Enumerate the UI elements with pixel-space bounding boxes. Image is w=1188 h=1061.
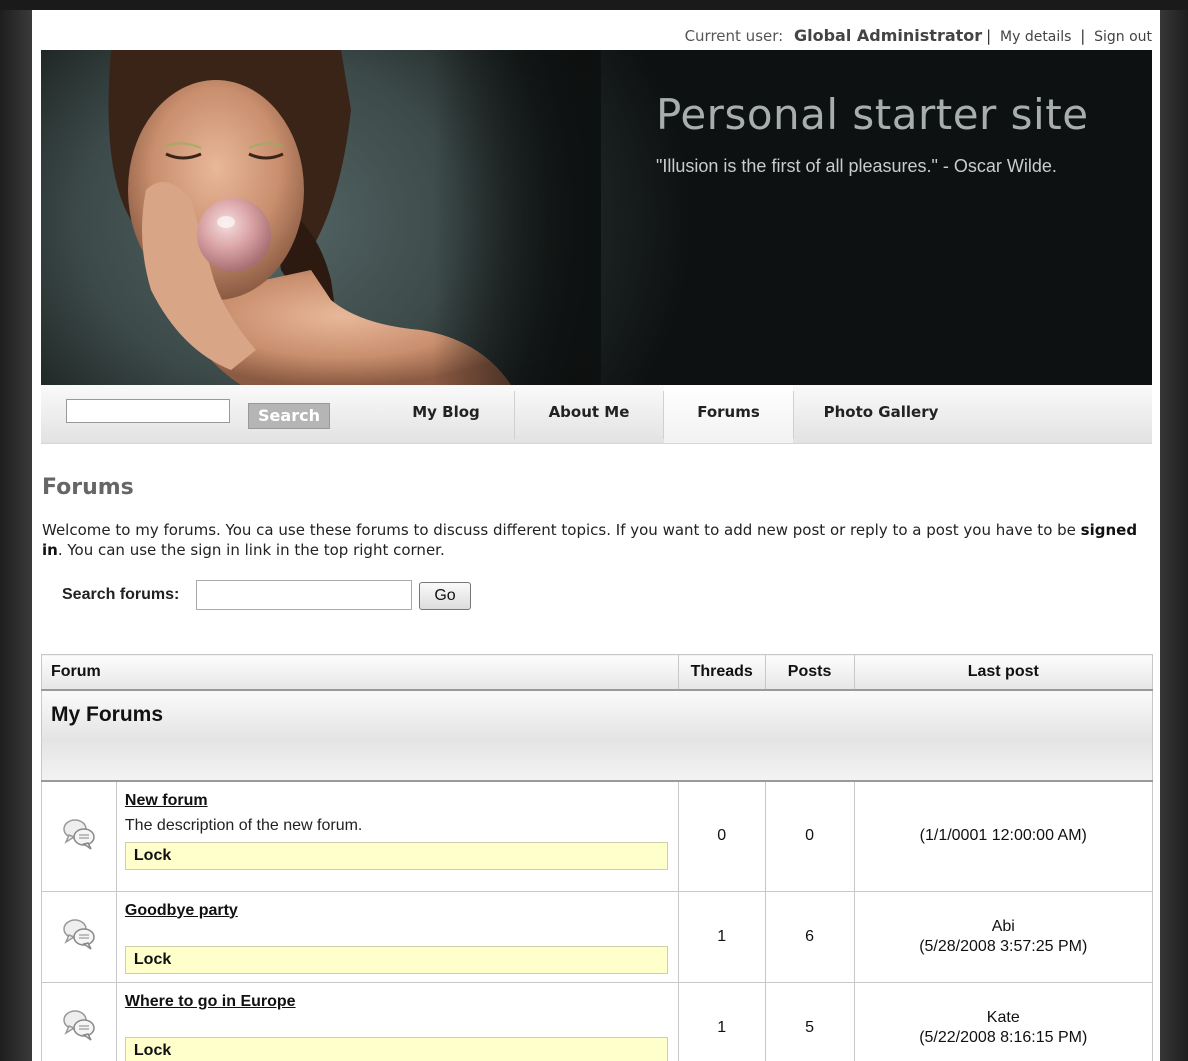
lock-button[interactable]: Lock: [124, 945, 668, 974]
forum-group-title: My Forums: [51, 703, 164, 726]
table-row: Goodbye party Lock 1 6 Abi (5/28/2008 3:…: [41, 890, 1154, 983]
current-user-name: Global Administrator: [793, 26, 983, 45]
banner-photo: [41, 50, 601, 385]
threads-count: 0: [677, 780, 766, 892]
forum-icon-cell: [41, 981, 117, 1061]
chat-bubbles-icon: [63, 1010, 95, 1041]
lock-button[interactable]: Lock: [124, 842, 668, 870]
last-post-date: (5/28/2008 3:57:25 PM): [919, 937, 1088, 955]
page-container: Current user: Global Administrator | My d…: [32, 10, 1160, 1061]
search-forums-label: Search forums:: [62, 586, 180, 603]
nav-item-photo-gallery[interactable]: Photo Gallery: [811, 385, 951, 443]
nav-divider: [793, 391, 794, 439]
intro-text: Welcome to my forums. You ca use these f…: [42, 520, 1147, 560]
site-search-button[interactable]: Search: [248, 403, 330, 429]
posts-count: 0: [764, 780, 855, 892]
last-post-cell: (1/1/0001 12:00:00 AM): [853, 780, 1154, 892]
nav-item-forums[interactable]: Forums: [664, 385, 793, 443]
table-row: Where to go in Europe Lock 1 5 Kate (5/2…: [41, 981, 1154, 1061]
search-forums-input[interactable]: [196, 580, 412, 610]
forum-group-row: My Forums: [41, 689, 1153, 782]
window-top-strip: [0, 0, 1188, 10]
forum-link[interactable]: Goodbye party: [125, 902, 668, 920]
last-post-date: (5/22/2008 8:16:15 PM): [919, 1028, 1088, 1046]
last-post-date: (1/1/0001 12:00:00 AM): [919, 827, 1087, 845]
site-tagline: "Illusion is the first of all pleasures.…: [656, 156, 1057, 176]
last-post-cell: Kate (5/22/2008 8:16:15 PM): [853, 981, 1154, 1061]
main-navigation: Search My Blog About Me Forums Photo Gal…: [41, 385, 1152, 444]
intro-text-end: . You can use the sign in link in the to…: [57, 541, 445, 559]
current-user-label: Current user:: [684, 27, 784, 45]
separator: |: [986, 27, 992, 45]
last-post-cell: Abi (5/28/2008 3:57:25 PM): [853, 890, 1154, 983]
forum-info-cell: Goodbye party Lock: [115, 890, 679, 983]
column-header-posts[interactable]: Posts: [764, 654, 855, 691]
chat-bubbles-icon: [63, 819, 95, 850]
last-post-user[interactable]: Kate: [856, 1008, 1151, 1028]
column-header-threads[interactable]: Threads: [677, 654, 766, 691]
site-search-input[interactable]: [66, 399, 230, 423]
forum-link[interactable]: Where to go in Europe: [125, 993, 668, 1011]
sign-out-link[interactable]: Sign out: [1094, 29, 1152, 45]
posts-count: 5: [764, 981, 855, 1061]
forum-info-cell: New forum The description of the new for…: [115, 780, 679, 892]
nav-item-my-blog[interactable]: My Blog: [381, 385, 511, 443]
forum-group-cell: My Forums: [41, 689, 1153, 782]
forum-description: The description of the new forum.: [124, 817, 363, 834]
forum-icon-cell: [41, 890, 117, 983]
lock-button[interactable]: Lock: [124, 1036, 668, 1061]
forum-info-cell: Where to go in Europe Lock: [115, 981, 679, 1061]
separator: |: [1075, 27, 1086, 45]
site-title: Personal starter site: [656, 90, 1089, 139]
forums-table: Forum Threads Posts Last post My Forums: [41, 654, 1154, 1061]
forum-icon-cell: [41, 780, 117, 892]
nav-item-about-me[interactable]: About Me: [515, 385, 663, 443]
last-post-user[interactable]: Abi: [856, 917, 1151, 937]
table-row: New forum The description of the new for…: [41, 780, 1154, 892]
threads-count: 1: [677, 890, 766, 983]
intro-text-start: Welcome to my forums. You ca use these f…: [42, 521, 1081, 539]
my-details-link[interactable]: My details: [1000, 29, 1071, 45]
header-banner: Personal starter site "Illusion is the f…: [41, 50, 1152, 385]
forum-link[interactable]: New forum: [125, 792, 668, 810]
user-bar: Current user: Global Administrator | My d…: [685, 26, 1152, 45]
column-header-forum[interactable]: Forum: [41, 654, 679, 691]
chat-bubbles-icon: [63, 919, 95, 950]
page-title: Forums: [42, 475, 134, 500]
posts-count: 6: [764, 890, 855, 983]
table-header-row: Forum Threads Posts Last post: [41, 654, 1154, 691]
threads-count: 1: [677, 981, 766, 1061]
search-forums-go-button[interactable]: Go: [419, 582, 471, 610]
column-header-last-post[interactable]: Last post: [853, 654, 1154, 691]
